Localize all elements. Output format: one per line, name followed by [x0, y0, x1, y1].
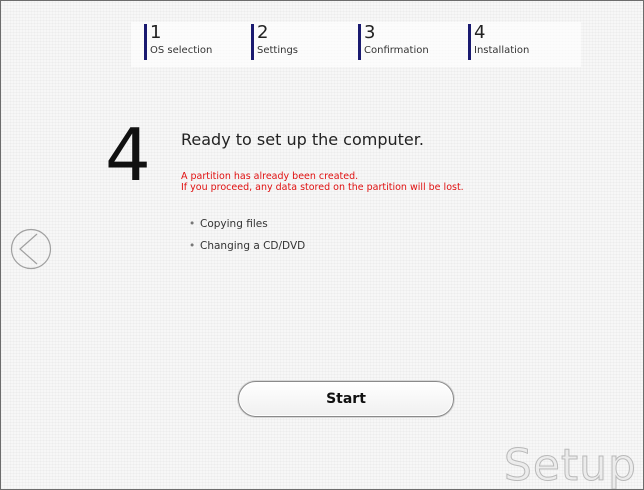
page-title: Ready to set up the computer.: [181, 130, 424, 149]
list-item: • Changing a CD/DVD: [189, 239, 305, 261]
step-progress: 1 OS selection 2 Settings 3 Confirmation…: [131, 22, 581, 67]
partition-warning: A partition has already been created. If…: [181, 171, 464, 193]
task-label: Copying files: [200, 218, 268, 230]
step-label: Installation: [474, 45, 530, 56]
step-label: Confirmation: [364, 45, 429, 56]
current-step-number: 4: [105, 113, 151, 197]
step-label: Settings: [257, 45, 299, 56]
step-settings: 2 Settings: [251, 24, 298, 60]
step-os-selection: 1 OS selection: [144, 24, 212, 60]
step-number: 1: [150, 22, 162, 43]
bullet-icon: •: [189, 240, 196, 252]
chevron-left-circle-icon: [10, 228, 52, 270]
back-button[interactable]: [10, 228, 52, 270]
warning-line: A partition has already been created.: [181, 171, 359, 182]
step-confirmation: 3 Confirmation: [358, 24, 429, 60]
warning-line: If you proceed, any data stored on the p…: [181, 182, 464, 193]
start-button[interactable]: Start: [238, 381, 454, 417]
setup-watermark: Setup: [503, 440, 637, 490]
task-label: Changing a CD/DVD: [200, 240, 306, 252]
list-item: • Copying files: [189, 217, 305, 239]
setup-window: 1 OS selection 2 Settings 3 Confirmation…: [0, 0, 644, 490]
task-list: • Copying files • Changing a CD/DVD: [189, 217, 305, 261]
bullet-icon: •: [189, 218, 196, 230]
step-number: 2: [257, 22, 269, 43]
step-label: OS selection: [150, 45, 213, 56]
step-number: 4: [474, 22, 486, 43]
step-number: 3: [364, 22, 376, 43]
step-installation: 4 Installation: [468, 24, 529, 60]
